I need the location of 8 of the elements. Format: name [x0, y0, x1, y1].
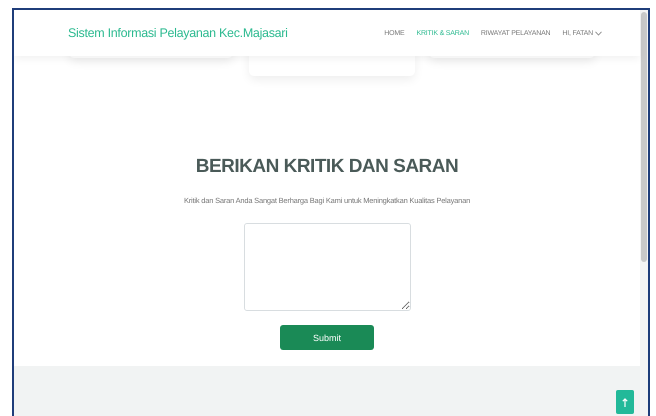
section-title: BERIKAN KRITIK DAN SARAN — [196, 156, 458, 178]
submit-button[interactable]: Submit — [280, 325, 374, 350]
site-title[interactable]: Sistem Informasi Pelayanan Kec.Majasari — [68, 26, 288, 40]
scrollbar[interactable] — [640, 10, 648, 416]
caret-icon — [595, 30, 602, 36]
feedback-field[interactable] — [244, 223, 410, 311]
arrow-up-icon — [622, 398, 628, 406]
back-to-top-button[interactable] — [616, 390, 634, 414]
